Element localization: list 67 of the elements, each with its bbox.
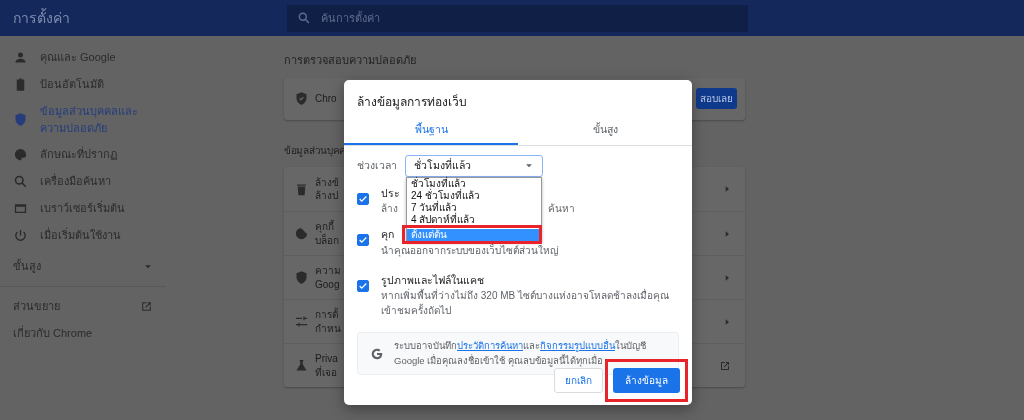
sidebar-item[interactable]: เบราว์เซอร์เริ่มต้น [0, 195, 256, 222]
card-text: Chro [315, 91, 337, 106]
option-description: หากเพิ่มพื้นที่ว่างไม่ถึง 320 MB ไซต์บางแห่งอาจโหลดช้าลงเมื่อคุณเข้าชมครั้งถัดไป [381, 288, 671, 319]
info-text: ระบบอาจบันทึกประวัติการค้นหาและกิจกรรมรูปแบบอื่นในบัญชี Google เมื่อคุณลงชื่อเข้าใช้ คุณลบข้อมูลนี้ได้ทุกเมื่อ [394, 339, 647, 368]
row-subtitle: ล้างป [315, 189, 339, 203]
power-icon [13, 228, 28, 243]
row-title: การตั้ [315, 308, 339, 322]
checkbox[interactable] [357, 279, 369, 292]
dropdown-option[interactable]: 4 สัปดาห์ที่แล้ว [407, 214, 541, 226]
row-title: คุกกี้ [315, 220, 334, 234]
dropdown-option[interactable]: 7 วันที่แล้ว [407, 202, 541, 214]
checkbox[interactable] [357, 192, 369, 205]
info-link[interactable]: ประวัติการค้นหา [457, 340, 523, 352]
row-title: Priva [315, 352, 338, 365]
sidebar-item[interactable]: เมื่อเริ่มต้นใช้งาน [0, 222, 256, 249]
shield-icon [13, 112, 28, 127]
tab[interactable]: พื้นฐาน [344, 119, 518, 145]
option-description: นำคุณออกจากระบบของเว็บไซต์ส่วนใหญ่ [381, 243, 560, 258]
sidebar-item[interactable]: เครื่องมือค้นหา [0, 168, 256, 195]
external-link-icon [719, 359, 731, 372]
sliders-icon [294, 314, 309, 329]
advanced-toggle[interactable]: ขั้นสูง [0, 253, 166, 280]
search-icon [297, 10, 311, 25]
google-g-icon [370, 346, 384, 361]
row-title: ล้างข้ [315, 175, 339, 189]
row-title: ความ [315, 264, 341, 278]
chevron-right-icon [723, 185, 731, 193]
checkbox[interactable] [357, 234, 369, 247]
clear-data-button[interactable]: ล้างข้อมูล [613, 368, 680, 393]
sidebar-item[interactable]: ป้อนอัตโนมัติ [0, 71, 256, 98]
chevron-right-icon [723, 229, 731, 238]
field-label: ช่วงเวลา [357, 157, 397, 173]
palette-icon [13, 147, 28, 162]
browser-window-icon [13, 201, 28, 216]
row-subtitle: Goog [315, 277, 341, 291]
flask-icon [294, 358, 309, 373]
info-link[interactable]: กิจกรรมรูปแบบอื่น [540, 340, 615, 352]
shield-icon [294, 270, 309, 285]
section-heading: การตรวจสอบความปลอดภัย [284, 53, 417, 68]
search-icon [13, 174, 28, 189]
chevron-right-icon [723, 273, 731, 282]
check-now-button[interactable]: สอบเลย [696, 88, 737, 109]
shield-check-icon [294, 91, 309, 106]
row-subtitle: กำหน [315, 321, 341, 335]
dropdown-option[interactable]: ตั้งแต่ต้น [407, 229, 541, 241]
dropdown-option[interactable]: ชั่วโมงที่แล้ว [407, 178, 541, 190]
chevron-right-icon [723, 317, 731, 326]
cancel-button[interactable]: ยกเลิก [554, 368, 603, 393]
row-subtitle: บล็อก [315, 233, 339, 247]
cookie-icon [294, 226, 309, 241]
dialog-title: ล้างข้อมูลการท่องเว็บ [356, 93, 468, 111]
option-title: คุก [381, 227, 394, 243]
option-description: ล้าง [381, 202, 398, 217]
option-title: ประ [381, 185, 400, 201]
sidebar-item[interactable]: คุณและ Google [0, 44, 256, 71]
option-description: ค้นหา [548, 202, 575, 217]
row-subtitle: ที่เจอ [315, 365, 338, 379]
person-icon [13, 50, 28, 65]
option-title: รูปภาพและไฟล์ในแคช [381, 272, 484, 288]
tab[interactable]: ขั้นสูง [518, 119, 692, 145]
sidebar-item[interactable]: ลักษณะที่ปรากฏ [0, 141, 256, 168]
time-range-dropdown[interactable]: ชั่วโมงที่แล้ว [405, 154, 543, 177]
dropdown-option[interactable]: 24 ชั่วโมงที่แล้ว [407, 190, 541, 202]
app-title: การตั้งค่า [12, 7, 71, 28]
search-field[interactable]: ค้นการตั้งค่า [287, 4, 748, 32]
section-heading: ข้อมูลส่วนบุคค [284, 144, 346, 156]
sidebar-link[interactable]: ส่วนขยาย [0, 293, 166, 320]
